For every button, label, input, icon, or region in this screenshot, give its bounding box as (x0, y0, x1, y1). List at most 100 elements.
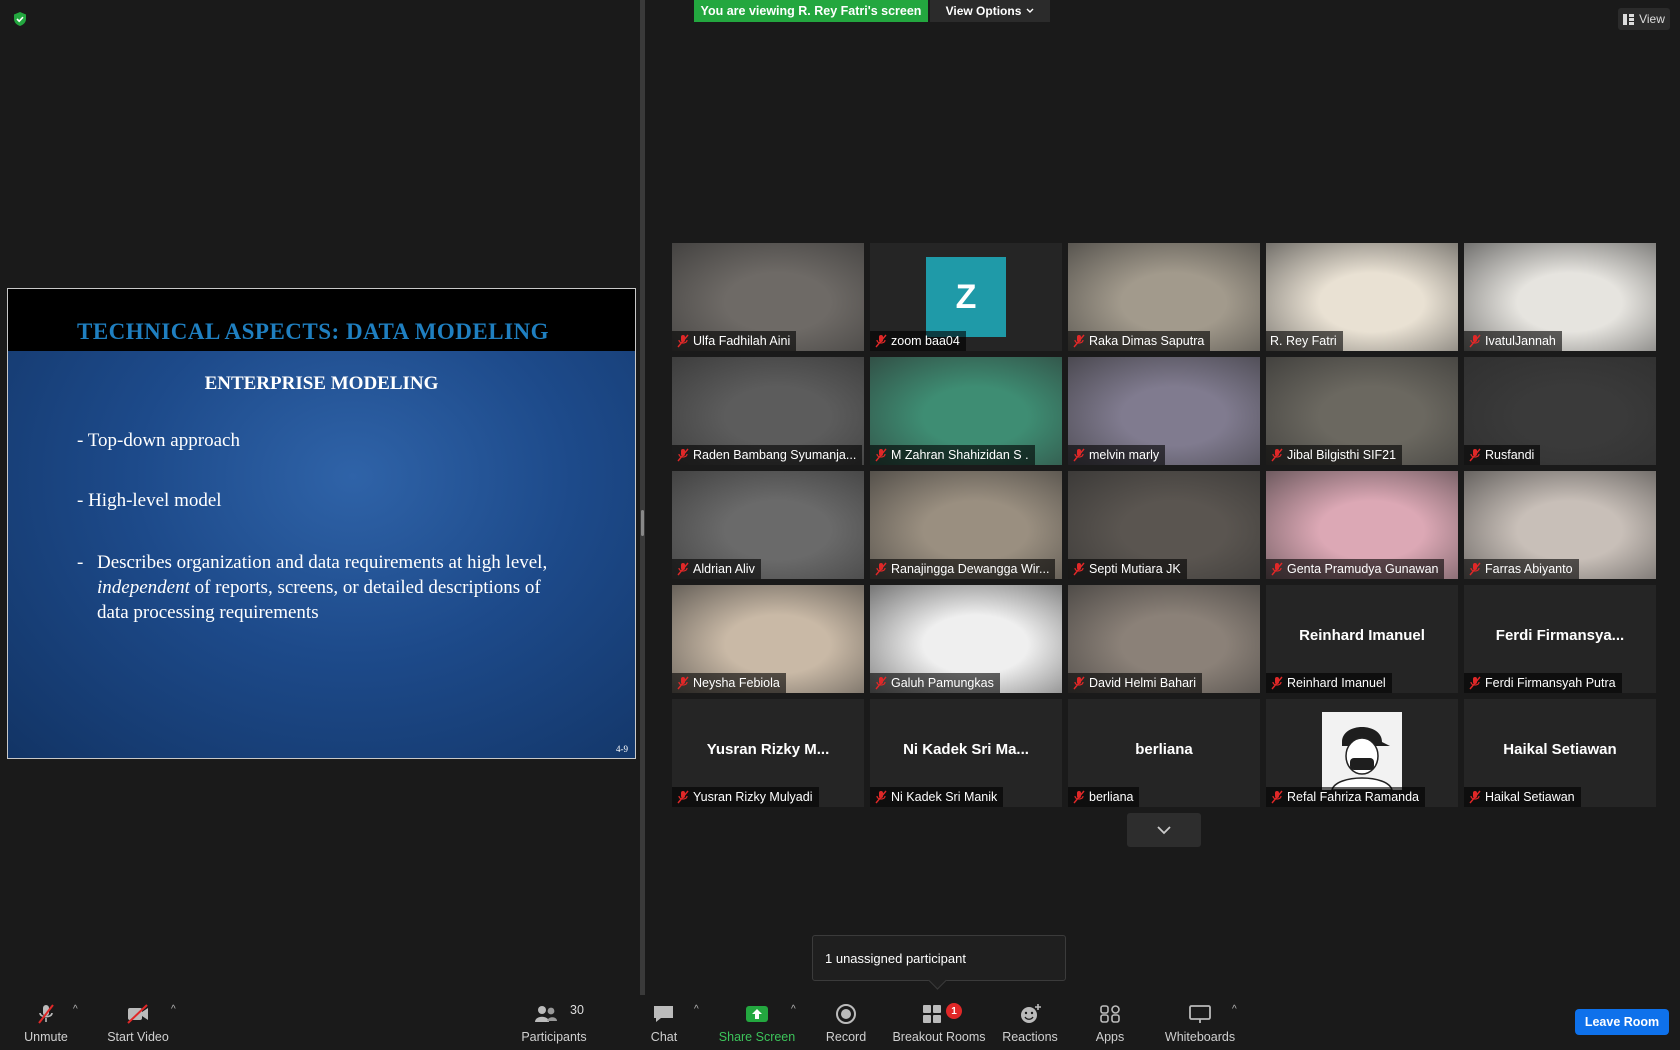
view-layout-button[interactable]: View (1618, 8, 1670, 30)
participant-tile[interactable]: Refal Fahriza Ramanda (1266, 699, 1458, 807)
slide-subtitle: ENTERPRISE MODELING (204, 373, 439, 394)
audio-options-caret-icon[interactable]: ^ (73, 1004, 78, 1015)
record-button[interactable]: Record (826, 995, 866, 1050)
participants-count: 30 (570, 1003, 584, 1017)
participant-name-tag: melvin marly (1068, 445, 1166, 465)
participant-name: Aldrian Aliv (693, 562, 755, 576)
share-screen-button[interactable]: Share Screen (718, 995, 796, 1050)
participant-tile[interactable]: Rusfandi (1464, 357, 1656, 465)
participant-tile[interactable]: Yusran Rizky M... Yusran Rizky Mulyadi (672, 699, 864, 807)
microphone-muted-icon (1271, 448, 1283, 462)
apps-button[interactable]: Apps (1094, 995, 1126, 1050)
microphone-muted-icon (875, 790, 887, 804)
breakout-rooms-label: Breakout Rooms (892, 1030, 986, 1044)
microphone-muted-icon (1271, 676, 1283, 690)
participants-button[interactable]: 30 Participants (520, 995, 588, 1050)
slide-bullet-1: - Top-down approach (77, 430, 240, 451)
participant-display-name: Reinhard Imanuel (1299, 627, 1425, 644)
participant-tile[interactable]: Zzoom baa04 (870, 243, 1062, 351)
participant-name-tag: Jibal Bilgisthi SIF21 (1266, 445, 1403, 465)
unmute-button[interactable]: Unmute (22, 995, 70, 1050)
participant-name: Farras Abiyanto (1485, 562, 1573, 576)
pane-splitter[interactable] (640, 0, 645, 995)
participant-tile[interactable]: IvatulJannah (1464, 243, 1656, 351)
participant-tile[interactable]: Ni Kadek Sri Ma... Ni Kadek Sri Manik (870, 699, 1062, 807)
slide-page-number: 4-9 (616, 744, 628, 754)
participant-name-tag: Refal Fahriza Ramanda (1266, 787, 1426, 807)
microphone-muted-icon (1469, 790, 1481, 804)
participant-name: Ferdi Firmansyah Putra (1485, 676, 1616, 690)
microphone-muted-icon (677, 334, 689, 348)
share-screen-label: Share Screen (718, 1030, 796, 1044)
participant-name: Haikal Setiawan (1485, 790, 1575, 804)
whiteboards-options-caret-icon[interactable]: ^ (1232, 1004, 1237, 1015)
breakout-rooms-button[interactable]: 1 Breakout Rooms (892, 995, 986, 1050)
start-video-button[interactable]: Start Video (106, 995, 170, 1050)
participant-tile[interactable]: R. Rey Fatri (1266, 243, 1458, 351)
participant-name-tag: Ni Kadek Sri Manik (870, 787, 1004, 807)
breakout-notification-badge: 1 (946, 1003, 962, 1019)
participant-tile[interactable]: Neysha Febiola (672, 585, 864, 693)
participant-tile[interactable]: Jibal Bilgisthi SIF21 (1266, 357, 1458, 465)
participant-tile[interactable]: Galuh Pamungkas (870, 585, 1062, 693)
participant-name: R. Rey Fatri (1270, 334, 1337, 348)
reactions-label: Reactions (1002, 1030, 1058, 1044)
participant-name-tag: M Zahran Shahizidan S . (870, 445, 1035, 465)
view-options-button[interactable]: View Options (930, 0, 1050, 22)
microphone-muted-icon (875, 562, 887, 576)
participant-name: zoom baa04 (891, 334, 960, 348)
participant-tile[interactable]: Ranajingga Dewangga Wir... (870, 471, 1062, 579)
unassigned-participant-tooltip[interactable]: 1 unassigned participant (812, 935, 1066, 981)
participant-name-tag: Reinhard Imanuel (1266, 673, 1392, 693)
participant-name: Ni Kadek Sri Manik (891, 790, 998, 804)
video-options-caret-icon[interactable]: ^ (171, 1004, 176, 1015)
whiteboards-button[interactable]: Whiteboards (1164, 995, 1236, 1050)
participant-name-tag: zoom baa04 (870, 331, 966, 351)
participants-label: Participants (521, 1030, 587, 1044)
splitter-grip-handle[interactable] (641, 510, 644, 536)
chat-button[interactable]: Chat (648, 995, 680, 1050)
participant-tile[interactable]: M Zahran Shahizidan S . (870, 357, 1062, 465)
participant-name: Septi Mutiara JK (1089, 562, 1181, 576)
participant-display-name: Ferdi Firmansya... (1495, 627, 1625, 644)
participant-tile[interactable]: David Helmi Bahari (1068, 585, 1260, 693)
participant-name: Jibal Bilgisthi SIF21 (1287, 448, 1397, 462)
participant-tile[interactable]: Raka Dimas Saputra (1068, 243, 1260, 351)
participant-tile[interactable]: Haikal Setiawan Haikal Setiawan (1464, 699, 1656, 807)
reactions-button[interactable]: Reactions (1002, 995, 1058, 1050)
slide-bullet-3-dash: - (77, 552, 84, 573)
chat-options-caret-icon[interactable]: ^ (694, 1004, 699, 1015)
participant-display-name: Haikal Setiawan (1503, 741, 1617, 758)
participant-tile[interactable]: Ulfa Fadhilah Aini (672, 243, 864, 351)
participant-tile[interactable]: Farras Abiyanto (1464, 471, 1656, 579)
leave-room-button[interactable]: Leave Room (1575, 1009, 1669, 1035)
microphone-muted-icon (677, 562, 689, 576)
record-label: Record (825, 1030, 867, 1044)
meeting-toolbar: Unmute ^ Start Video ^ 30 Participants C… (0, 995, 1680, 1050)
participant-tile[interactable]: Septi Mutiara JK (1068, 471, 1260, 579)
microphone-muted-icon (1073, 676, 1085, 690)
security-shield-icon[interactable] (12, 11, 28, 27)
microphone-muted-icon (677, 448, 689, 462)
microphone-muted-icon (875, 448, 887, 462)
presentation-slide: TECHNICAL ASPECTS: DATA MODELING ENTERPR… (7, 288, 636, 759)
microphone-muted-icon (1469, 676, 1481, 690)
participant-name: Raka Dimas Saputra (1089, 334, 1205, 348)
participant-tile[interactable]: Ferdi Firmansya... Ferdi Firmansyah Putra (1464, 585, 1656, 693)
participant-tile[interactable]: Reinhard Imanuel Reinhard Imanuel (1266, 585, 1458, 693)
gallery-next-page-button[interactable] (1127, 813, 1201, 847)
participant-tile[interactable]: berliana berliana (1068, 699, 1260, 807)
participant-name-tag: Galuh Pamungkas (870, 673, 1000, 693)
participant-name-tag: Ferdi Firmansyah Putra (1464, 673, 1622, 693)
participant-tile[interactable]: Aldrian Aliv (672, 471, 864, 579)
participant-tile[interactable]: Genta Pramudya Gunawan (1266, 471, 1458, 579)
participant-tile[interactable]: melvin marly (1068, 357, 1260, 465)
start-video-label: Start Video (107, 1030, 169, 1044)
record-icon (836, 1004, 856, 1024)
share-options-caret-icon[interactable]: ^ (791, 1004, 796, 1015)
participant-tile[interactable]: Raden Bambang Syumanja... (672, 357, 864, 465)
microphone-muted-icon (1271, 562, 1283, 576)
participant-name: M Zahran Shahizidan S . (891, 448, 1029, 462)
viewing-screen-banner: You are viewing R. Rey Fatri's screen (694, 0, 928, 22)
apps-icon (1100, 1005, 1120, 1023)
